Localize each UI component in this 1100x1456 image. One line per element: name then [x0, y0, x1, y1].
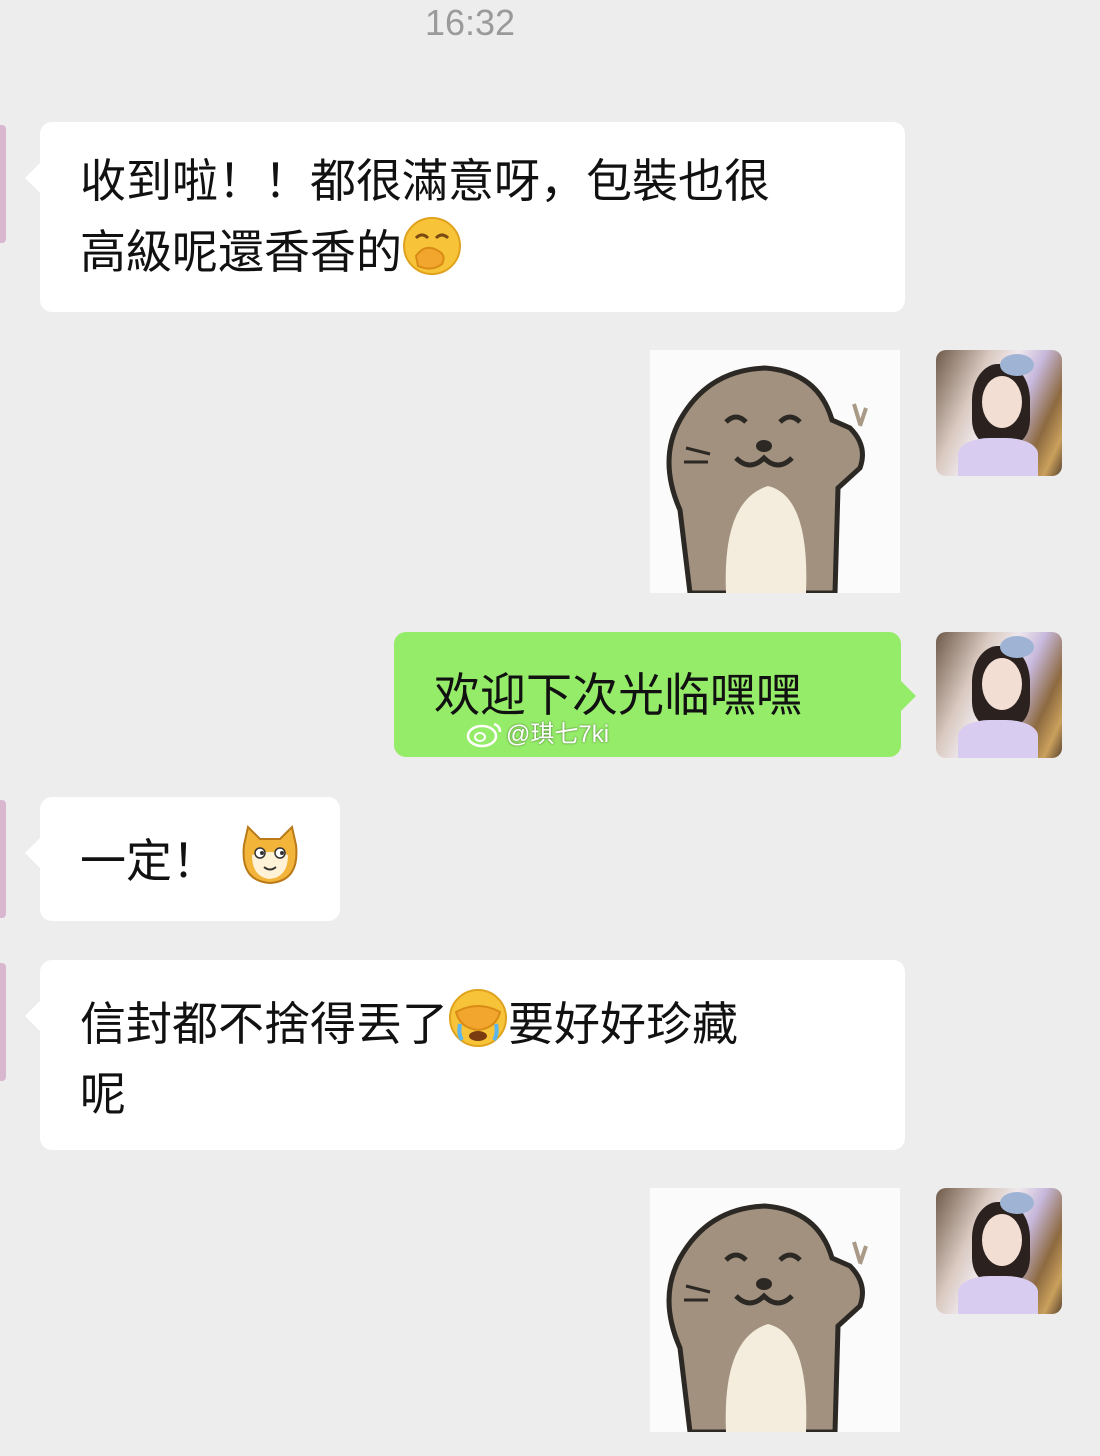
timestamp: 16:32 — [424, 2, 516, 43]
message-text: 一定！ — [80, 834, 218, 888]
my-avatar[interactable] — [936, 350, 1062, 476]
watermark: @琪七7ki — [466, 714, 609, 749]
message-text: 呢 — [80, 1067, 126, 1121]
incoming-message-bubble[interactable]: 一定！ — [25, 797, 340, 921]
otter-waving-sticker[interactable] — [650, 350, 900, 593]
contact-avatar-edge[interactable] — [0, 125, 6, 243]
facepalm-crying-emoji — [449, 989, 507, 1047]
watermark-text: @琪七7ki — [506, 721, 610, 748]
incoming-message-bubble[interactable]: 收到啦！！都很滿意呀，包裝也很 高級呢還香香的 — [25, 122, 905, 312]
doge-cat-emoji — [242, 825, 298, 885]
message-text: 高級呢還香香的 — [80, 225, 402, 279]
incoming-message-bubble[interactable]: 信封都不捨得丟了 要好好珍藏 呢 — [25, 960, 905, 1150]
contact-avatar-edge[interactable] — [0, 963, 6, 1081]
otter-waving-sticker[interactable] — [650, 1188, 900, 1432]
message-text: 要好好珍藏 — [508, 997, 738, 1051]
weibo-icon — [466, 722, 502, 748]
message-text: 信封都不捨得丟了 — [80, 997, 448, 1051]
contact-avatar-edge[interactable] — [0, 800, 6, 918]
my-avatar[interactable] — [936, 632, 1062, 758]
message-text: 收到啦！！都很滿意呀，包裝也很 — [80, 154, 770, 208]
hand-over-mouth-emoji — [403, 217, 461, 275]
my-avatar[interactable] — [936, 1188, 1062, 1314]
